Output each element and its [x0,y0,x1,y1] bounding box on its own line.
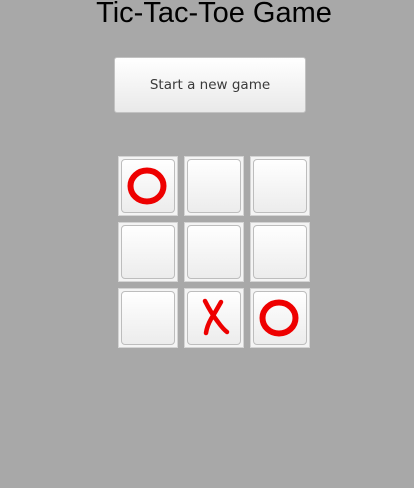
board-cell-1-1[interactable] [118,156,178,216]
board-cell-2-2[interactable] [184,222,244,282]
o-mark-icon [259,299,299,337]
page-title: Tic-Tac-Toe Game [96,0,332,29]
board-cell-3-1[interactable] [118,288,178,348]
board-cell-2-1[interactable] [118,222,178,282]
game-board [118,156,310,348]
board-cell-3-2[interactable] [184,288,244,348]
board-cell-1-3[interactable] [250,156,310,216]
x-mark-icon [202,298,230,336]
new-game-button[interactable]: Start a new game [114,57,306,113]
board-cell-1-2[interactable] [184,156,244,216]
board-cell-3-3[interactable] [250,288,310,348]
board-cell-2-3[interactable] [250,222,310,282]
o-mark-icon [127,167,167,205]
